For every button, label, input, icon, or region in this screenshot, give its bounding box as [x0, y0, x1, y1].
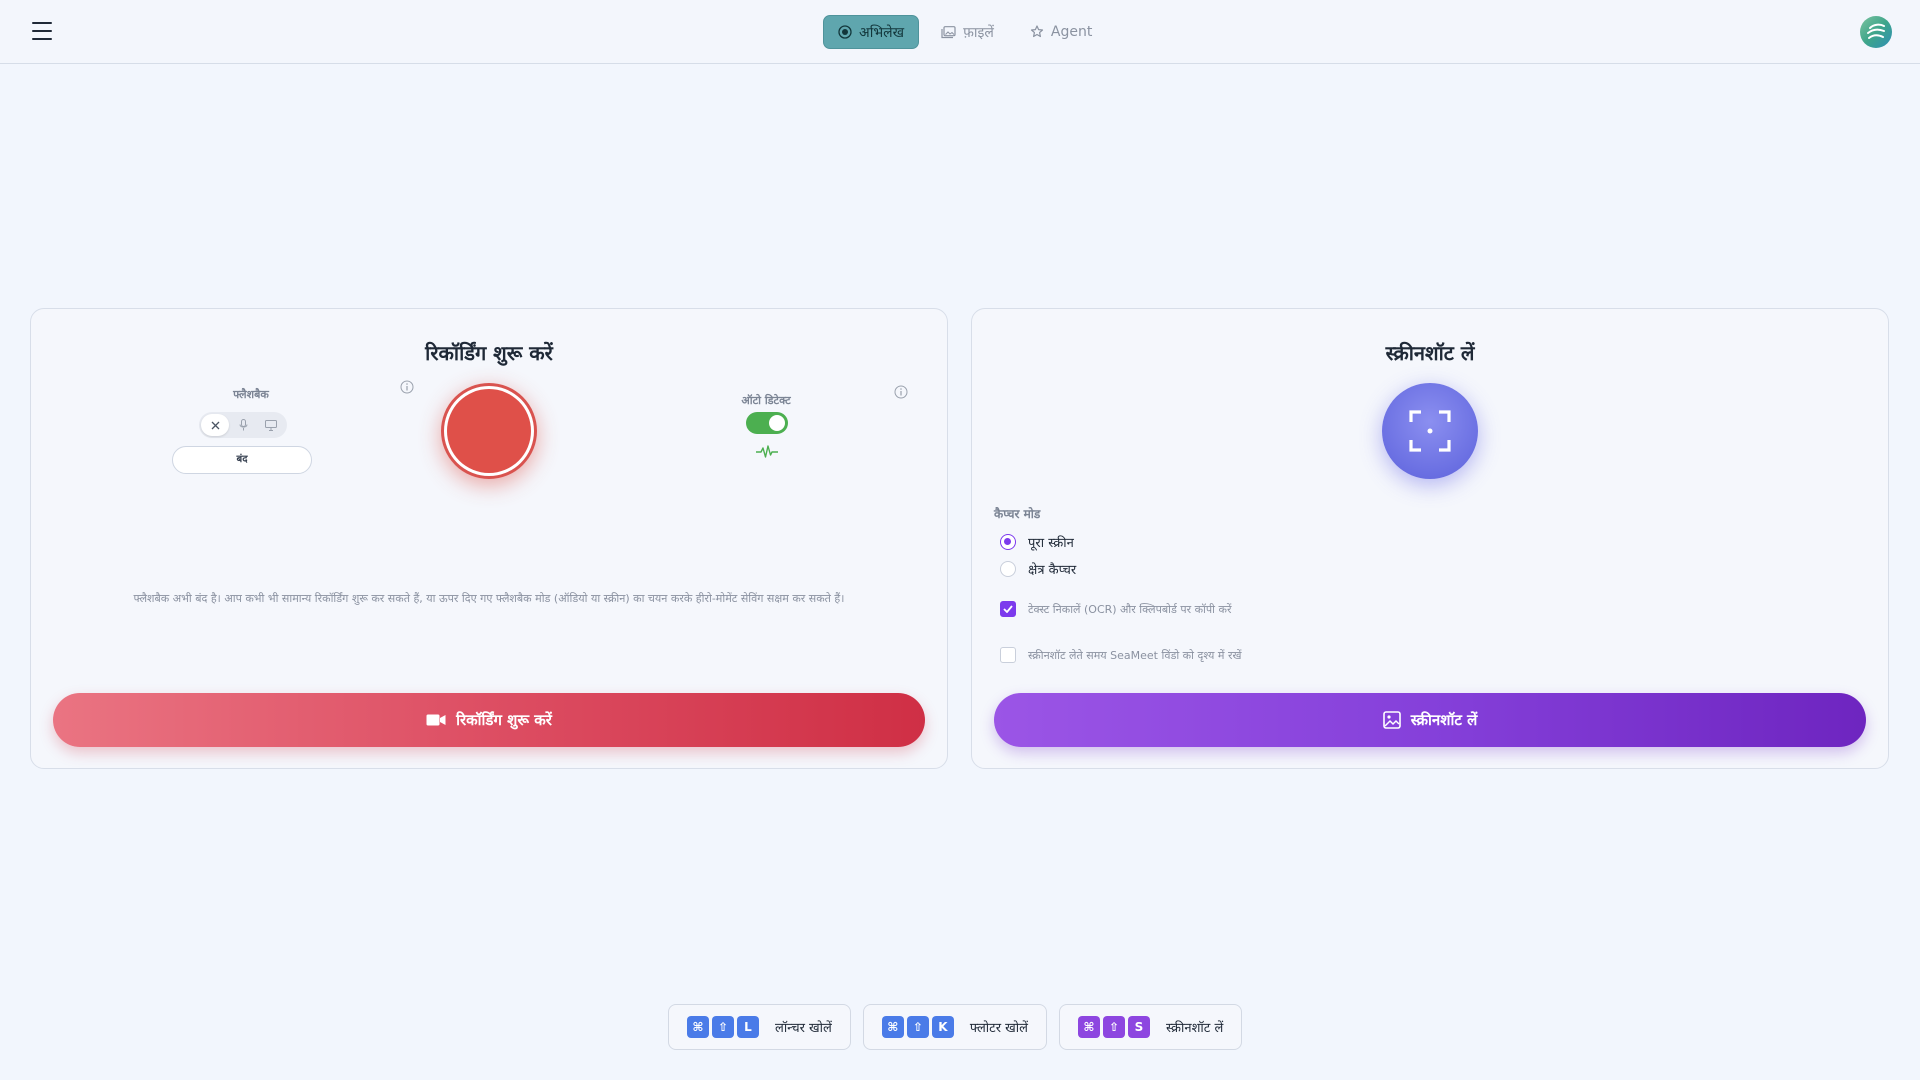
main-tabs: अभिलेख फ़ाइलें Agent [823, 15, 1106, 49]
full-screen-radio[interactable] [1000, 534, 1016, 550]
record-icon [838, 25, 852, 39]
recording-card: रिकॉर्डिंग शुरू करें फ्लैशबैक बंद ऑटो डि… [30, 308, 948, 769]
region-capture-radio[interactable] [1000, 561, 1016, 577]
full-screen-label: पूरा स्क्रीन [1028, 536, 1074, 551]
keep-window-checkbox[interactable] [1000, 647, 1016, 663]
auto-detect-label: ऑटो डिटेक्ट [741, 394, 791, 407]
keep-window-option[interactable]: स्क्रीनशॉट लेते समय SeaMeet विंडो को दृश… [1000, 647, 1241, 663]
shortcut-bar: ⌘ ⇧ L लॉन्चर खोलें ⌘ ⇧ K फ्लोटर खोलें ⌘ … [668, 1004, 1243, 1050]
screenshot-card-title: स्क्रीनशॉट लें [1385, 341, 1475, 365]
capture-frame-icon [1409, 410, 1451, 452]
capture-mode-label: कैप्चर मोड [994, 507, 1041, 521]
shortcut-take-screenshot[interactable]: ⌘ ⇧ S स्क्रीनशॉट लें [1058, 1004, 1243, 1050]
mode-region-capture[interactable]: क्षेत्र कैप्चर [1000, 560, 1076, 578]
command-key: ⌘ [1077, 1016, 1100, 1038]
flashback-label: फ्लैशबैक [233, 388, 269, 401]
mode-full-screen[interactable]: पूरा स्क्रीन [1000, 533, 1074, 551]
toggle-knob [769, 415, 785, 431]
image-icon [1382, 711, 1401, 729]
bot-icon [1030, 25, 1044, 38]
tab-files-label: फ़ाइलें [963, 24, 994, 41]
letter-key: L [737, 1016, 759, 1038]
ocr-option-label: टेक्स्ट निकालें (OCR) और क्लिपबोर्ड पर क… [1028, 602, 1232, 616]
keep-window-option-label: स्क्रीनशॉट लेते समय SeaMeet विंडो को दृश… [1028, 648, 1242, 662]
checkmark-icon [1003, 605, 1013, 613]
command-key: ⌘ [687, 1016, 709, 1038]
video-camera-icon [426, 714, 446, 726]
take-screenshot-button[interactable]: स्क्रीनशॉट लें [994, 693, 1866, 747]
shortcut-label: स्क्रीनशॉट लें [1165, 1021, 1224, 1036]
shift-key: ⇧ [906, 1016, 929, 1038]
auto-detect-info-icon[interactable] [894, 385, 908, 399]
recording-card-title: रिकॉर्डिंग शुरू करें [425, 341, 553, 365]
flashback-hint-text: फ्लैशबैक अभी बंद है। आप कभी भी सामान्य र… [133, 592, 845, 605]
shift-key: ⇧ [712, 1016, 734, 1038]
shortcut-keys: ⌘ ⇧ K [881, 1016, 954, 1038]
flashback-mode-selector [199, 412, 287, 438]
tab-records-label: अभिलेख [859, 24, 905, 41]
shortcut-label: फ्लोटर खोलें [969, 1021, 1028, 1036]
shortcut-open-floater[interactable]: ⌘ ⇧ K फ्लोटर खोलें [862, 1004, 1047, 1050]
tab-files[interactable]: फ़ाइलें [927, 15, 1008, 49]
shortcut-keys: ⌘ ⇧ L [687, 1016, 759, 1038]
monitor-icon [265, 419, 277, 431]
letter-key: K [931, 1016, 954, 1038]
shortcut-keys: ⌘ ⇧ S [1077, 1016, 1150, 1038]
tab-agent-label: Agent [1050, 24, 1093, 40]
tab-agent[interactable]: Agent [1016, 15, 1106, 49]
audio-wave-icon [756, 445, 778, 458]
flashback-status: बंद [172, 446, 312, 474]
flashback-info-icon[interactable] [400, 380, 414, 394]
record-dot [447, 389, 531, 473]
mic-icon [239, 419, 247, 431]
shortcut-label: लॉन्चर खोलें [775, 1021, 832, 1036]
start-recording-label: रिकॉर्डिंग शुरू करें [456, 711, 552, 729]
close-icon [211, 421, 219, 429]
flashback-off-option[interactable] [201, 414, 229, 436]
gallery-icon [941, 25, 956, 38]
letter-key: S [1127, 1016, 1150, 1038]
record-button[interactable] [441, 383, 537, 479]
auto-detect-toggle[interactable] [746, 412, 788, 434]
shift-key: ⇧ [1102, 1016, 1125, 1038]
command-key: ⌘ [881, 1016, 904, 1038]
region-capture-label: क्षेत्र कैप्चर [1028, 563, 1077, 578]
shortcut-open-launcher[interactable]: ⌘ ⇧ L लॉन्चर खोलें [668, 1004, 851, 1050]
start-recording-button[interactable]: रिकॉर्डिंग शुरू करें [53, 693, 925, 747]
app-logo[interactable] [1860, 16, 1892, 48]
hamburger-menu-icon[interactable] [30, 20, 54, 42]
ocr-option[interactable]: टेक्स्ट निकालें (OCR) और क्लिपबोर्ड पर क… [1000, 601, 1231, 617]
screenshot-card: स्क्रीनशॉट लें कैप्चर मोड पूरा स्क्रीन क… [971, 308, 1889, 769]
flashback-audio-option[interactable] [229, 414, 257, 436]
top-bar: अभिलेख फ़ाइलें Agent [0, 0, 1920, 64]
tab-records[interactable]: अभिलेख [823, 15, 920, 49]
take-screenshot-label: स्क्रीनशॉट लें [1410, 711, 1478, 729]
screenshot-capture-button[interactable] [1382, 383, 1478, 479]
flashback-screen-option[interactable] [257, 414, 285, 436]
ocr-checkbox[interactable] [1000, 601, 1016, 617]
